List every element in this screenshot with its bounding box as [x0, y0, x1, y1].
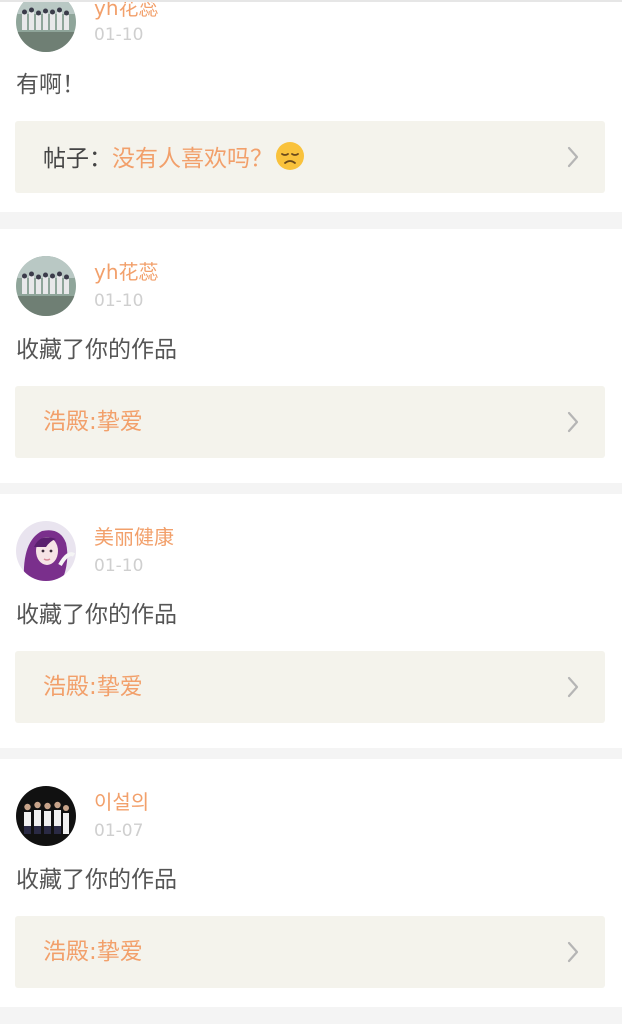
timestamp: 01-10 [94, 25, 144, 45]
message-text: 收藏了你的作品 [16, 867, 177, 893]
post-link[interactable]: 帖子：没有人喜欢吗？ [15, 121, 605, 193]
work-link[interactable]: 浩殿:挚爱 [15, 916, 605, 988]
username[interactable]: yh花蕊 [94, 0, 159, 20]
username[interactable]: 美丽健康 [94, 525, 174, 549]
avatar[interactable] [16, 521, 76, 581]
avatar[interactable] [16, 0, 76, 52]
post-title: 没有人喜欢吗？ [112, 146, 273, 172]
group-photo-avatar-icon [16, 256, 76, 316]
group-photo-avatar-icon [16, 0, 76, 52]
avatar[interactable] [16, 786, 76, 846]
message-text: 收藏了你的作品 [16, 602, 177, 628]
avatar[interactable] [16, 256, 76, 316]
message-text: 收藏了你的作品 [16, 337, 177, 363]
work-link[interactable]: 浩殿:挚爱 [15, 651, 605, 723]
top-divider [0, 0, 622, 2]
chevron-right-icon [567, 411, 579, 433]
chevron-right-icon [567, 676, 579, 698]
work-link-text: 浩殿:挚爱 [43, 406, 143, 438]
work-link-text: 浩殿:挚爱 [43, 671, 143, 703]
chevron-right-icon [567, 146, 579, 168]
work-title: 浩殿:挚爱 [43, 409, 143, 435]
work-title: 浩殿:挚爱 [43, 939, 143, 965]
username[interactable]: yh花蕊 [94, 260, 159, 284]
message-text: 有啊！ [16, 72, 85, 98]
chevron-right-icon [567, 941, 579, 963]
notification-card: 이설의 01-07 收藏了你的作品 浩殿:挚爱 [0, 759, 622, 1007]
username[interactable]: 이설의 [94, 790, 149, 814]
post-link-text: 帖子：没有人喜欢吗？ [43, 141, 305, 175]
timestamp: 01-10 [94, 291, 144, 311]
notification-card: yh花蕊 01-10 收藏了你的作品 浩殿:挚爱 [0, 229, 622, 483]
disappointed-face-emoji-icon [276, 142, 304, 170]
work-link-text: 浩殿:挚爱 [43, 936, 143, 968]
notification-card: yh花蕊 01-10 有啊！ 帖子：没有人喜欢吗？ [0, 0, 622, 212]
notification-page: yh花蕊 01-10 有啊！ 帖子：没有人喜欢吗？ yh花蕊 01-10 收藏了… [0, 0, 622, 1024]
girl-portrait-avatar-icon [16, 521, 76, 581]
band-photo-avatar-icon [16, 786, 76, 846]
timestamp: 01-10 [94, 556, 144, 576]
post-label: 帖子： [43, 146, 112, 172]
work-title: 浩殿:挚爱 [43, 674, 143, 700]
notification-card: 美丽健康 01-10 收藏了你的作品 浩殿:挚爱 [0, 494, 622, 748]
timestamp: 01-07 [94, 821, 144, 841]
work-link[interactable]: 浩殿:挚爱 [15, 386, 605, 458]
